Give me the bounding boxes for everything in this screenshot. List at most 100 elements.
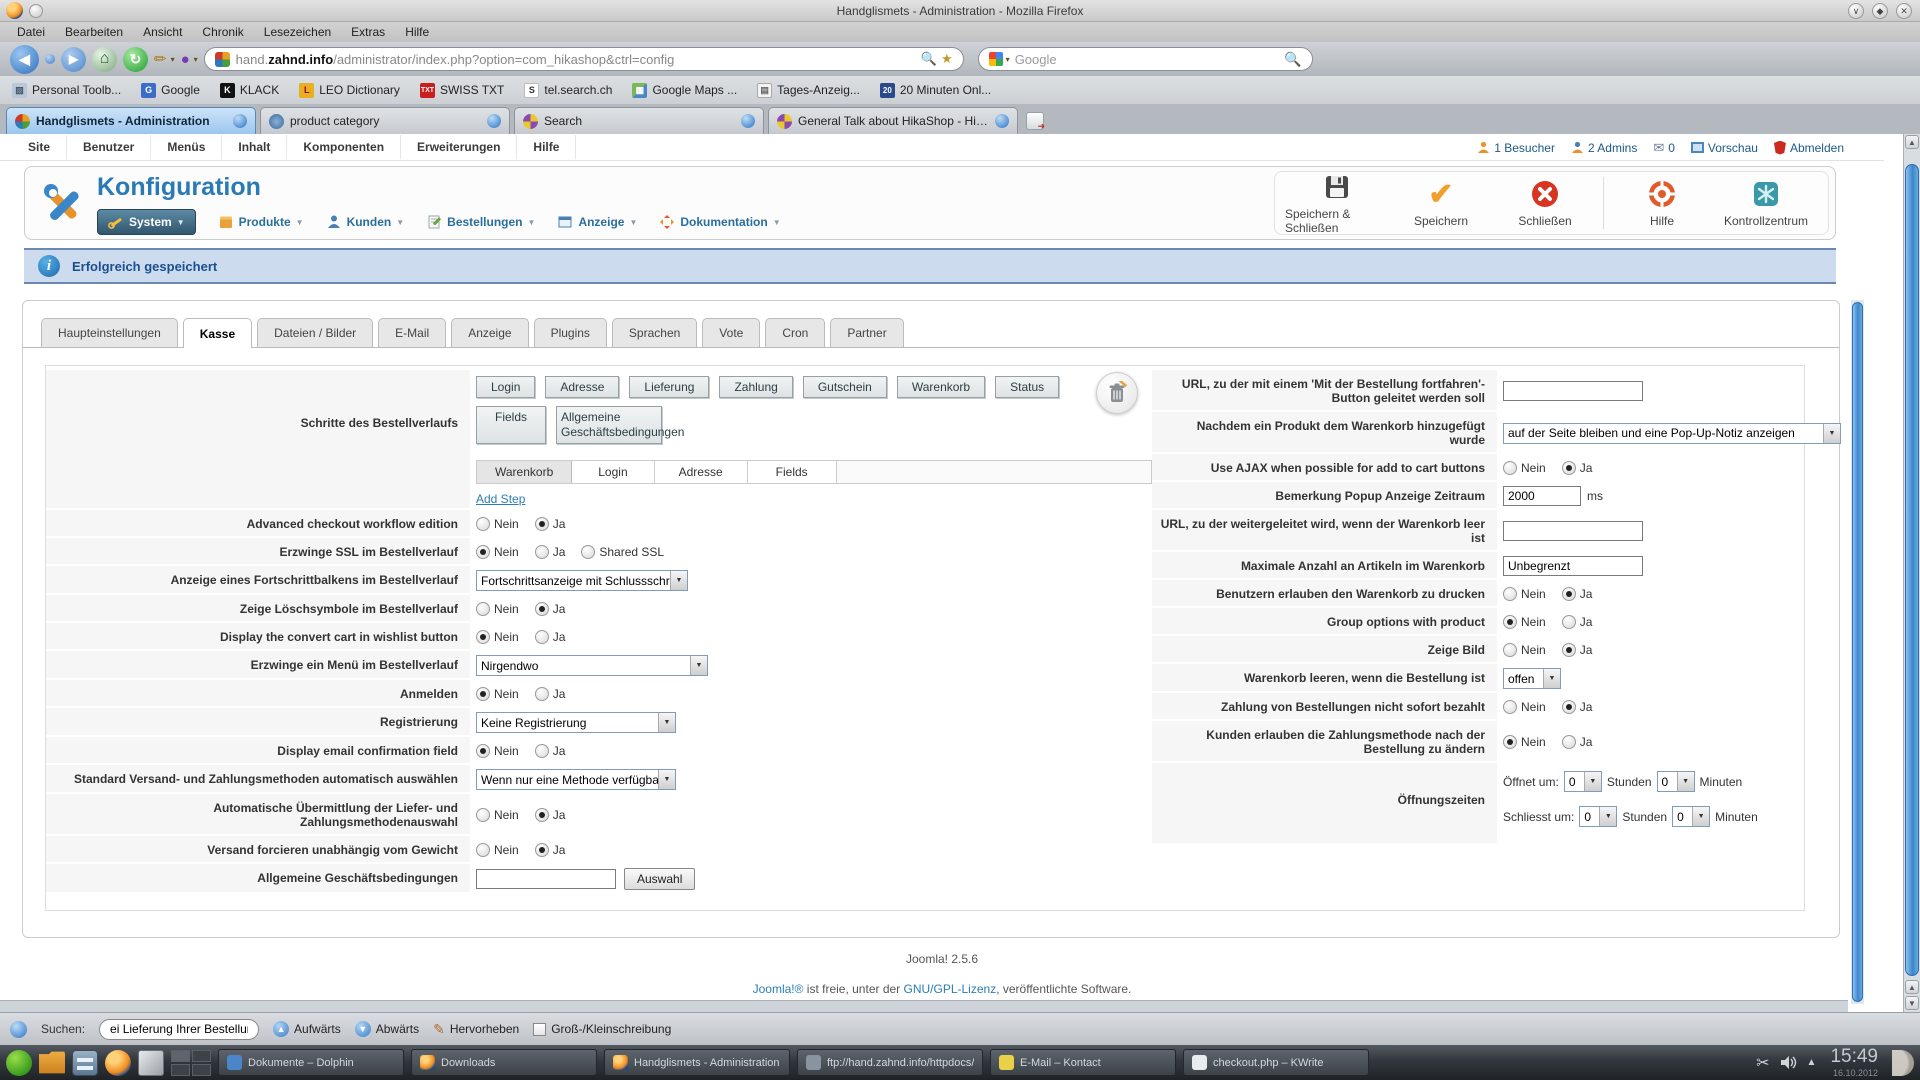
jmenu-menus[interactable]: Menüs [151, 135, 222, 159]
chevron-down-icon[interactable]: ▾ [1006, 55, 1010, 64]
task-downloads[interactable]: Downloads [411, 1049, 597, 1076]
task-dolphin[interactable]: Dokumente – Dolphin [218, 1049, 404, 1076]
tab-close-icon[interactable] [741, 114, 755, 128]
highlight-all-button[interactable]: ✎Hervorheben [433, 1021, 519, 1038]
bookmark-item[interactable]: GGoogle [141, 83, 200, 98]
iframe-scrollbar[interactable] [1851, 300, 1864, 1004]
google-search-engine-icon[interactable] [989, 52, 1003, 66]
joomla-link[interactable]: Joomla!® [753, 982, 804, 996]
subtab-adresse[interactable]: Adresse [655, 461, 748, 483]
subtab-fields[interactable]: Fields [748, 461, 837, 483]
browser-tab-active[interactable]: Handglismets - Administration [6, 107, 256, 134]
step-button-login[interactable]: Login [476, 376, 535, 398]
search-placeholder[interactable]: Google [1015, 52, 1280, 67]
force-menu-select[interactable]: Nirgendwo▼ [476, 655, 708, 676]
admins-link[interactable]: 2 Admins [1571, 141, 1637, 155]
zoom-page-icon[interactable]: 🔍 [921, 51, 937, 67]
radio-ja[interactable] [1562, 735, 1576, 749]
radio-nein[interactable] [476, 630, 490, 644]
window-scrollbar[interactable]: ▲ ▲ ▼ [1903, 134, 1920, 1012]
tab-close-icon[interactable] [233, 114, 247, 128]
radio-nein[interactable] [476, 545, 490, 559]
bookmark-star-icon[interactable]: ★ [941, 51, 953, 67]
scrollbar-thumb[interactable] [1852, 302, 1863, 1002]
scroll-down-icon[interactable]: ▼ [1905, 996, 1919, 1010]
task-firefox-admin[interactable]: Handglismets - Administration - Mozil [604, 1049, 790, 1076]
messages-link[interactable]: ✉ 0 [1653, 140, 1675, 156]
radio-nein[interactable] [476, 808, 490, 822]
delete-step-dropzone[interactable] [1096, 372, 1138, 414]
find-input[interactable] [99, 1019, 259, 1040]
pencil-addon-icon[interactable]: ✏ [154, 50, 167, 68]
tab-partner[interactable]: Partner [830, 318, 903, 347]
orb-addon-icon[interactable]: ● [181, 51, 190, 68]
help-button[interactable]: Hilfe [1610, 178, 1714, 228]
radio-nein[interactable] [1503, 735, 1517, 749]
step-button-status[interactable]: Status [995, 376, 1059, 398]
findbar-close-icon[interactable] [10, 1021, 27, 1038]
jmenu-inhalt[interactable]: Inhalt [222, 135, 287, 159]
shade-window-button[interactable]: ∨ [1848, 3, 1864, 19]
logout-link[interactable]: Abmelden [1774, 141, 1844, 155]
close-hour-select[interactable]: 0▼ [1579, 806, 1617, 827]
bookmark-item[interactable]: TXTSWISS TXT [420, 83, 504, 98]
forward-button[interactable]: ▶ [61, 47, 86, 72]
step-button-fields[interactable]: Fields [476, 406, 546, 444]
radio-ja[interactable] [1562, 615, 1576, 629]
radio-nein[interactable] [476, 843, 490, 857]
jmenu-hilfe[interactable]: Hilfe [517, 135, 576, 159]
tab-haupteinstellungen[interactable]: Haupteinstellungen [41, 318, 178, 347]
step-button-agb[interactable]: Allgemeine Geschäftsbedingungen [556, 406, 662, 444]
radio-nein[interactable] [1503, 700, 1517, 714]
radio-ja[interactable] [1562, 587, 1576, 601]
tab-dateien-bilder[interactable]: Dateien / Bilder [257, 318, 373, 347]
tab-kasse[interactable]: Kasse [183, 318, 252, 348]
url-text[interactable]: hand.zahnd.info/administrator/index.php?… [236, 52, 915, 67]
scrollbar-thumb[interactable] [1905, 164, 1919, 976]
virtual-desktop-pager[interactable] [171, 1050, 211, 1076]
step-button-gutschein[interactable]: Gutschein [803, 376, 887, 398]
folder-launcher-icon[interactable] [39, 1050, 65, 1076]
tab-plugins[interactable]: Plugins [534, 318, 607, 347]
radio-ja[interactable] [535, 602, 549, 616]
firefox-launcher-icon[interactable] [105, 1050, 131, 1076]
radio-shared-ssl[interactable] [581, 545, 595, 559]
tab-vote[interactable]: Vote [702, 318, 760, 347]
home-button[interactable]: ⌂ [92, 47, 117, 72]
file-manager-icon[interactable] [72, 1050, 98, 1076]
tab-email[interactable]: E-Mail [378, 318, 446, 347]
jmenu-site[interactable]: Site [12, 135, 67, 159]
radio-ja[interactable] [535, 843, 549, 857]
radio-ja[interactable] [535, 545, 549, 559]
match-case-checkbox[interactable]: Groß-/Kleinschreibung [533, 1022, 671, 1036]
find-previous-button[interactable]: ▲Aufwärts [273, 1021, 341, 1037]
radio-nein[interactable] [476, 687, 490, 701]
radio-nein[interactable] [476, 602, 490, 616]
search-box[interactable]: ▾ Google 🔍 [978, 47, 1313, 71]
browser-tab[interactable]: Search [514, 107, 764, 134]
close-button[interactable]: Schließen [1493, 178, 1597, 228]
menu-lesezeichen[interactable]: Lesezeichen [255, 23, 340, 41]
radio-nein[interactable] [1503, 643, 1517, 657]
menu-ansicht[interactable]: Ansicht [134, 23, 191, 41]
bookmark-item[interactable]: Stel.search.ch [524, 83, 612, 98]
jmenu-komponenten[interactable]: Komponenten [287, 135, 401, 159]
radio-ja[interactable] [535, 808, 549, 822]
tab-sprachen[interactable]: Sprachen [612, 318, 697, 347]
tab-cron[interactable]: Cron [765, 318, 825, 347]
registration-select[interactable]: Keine Registrierung▼ [476, 712, 676, 733]
step-button-zahlung[interactable]: Zahlung [719, 376, 792, 398]
open-minute-select[interactable]: 0▼ [1657, 771, 1695, 792]
bookmark-item[interactable]: KKLACK [220, 83, 279, 98]
visitors-link[interactable]: 1 Besucher [1477, 141, 1555, 155]
hikashop-menu-produkte[interactable]: Produkte▼ [218, 214, 304, 230]
hikashop-menu-anzeige[interactable]: Anzeige▼ [557, 214, 637, 230]
radio-ja[interactable] [535, 687, 549, 701]
tray-expand-icon[interactable]: ▲ [1807, 1057, 1817, 1068]
control-panel-button[interactable]: Kontrollzentrum [1714, 178, 1818, 228]
radio-ja[interactable] [1562, 643, 1576, 657]
hikashop-menu-system[interactable]: System▼ [97, 209, 196, 235]
menu-hilfe[interactable]: Hilfe [396, 23, 438, 41]
radio-nein[interactable] [1503, 615, 1517, 629]
close-minute-select[interactable]: 0▼ [1672, 806, 1710, 827]
